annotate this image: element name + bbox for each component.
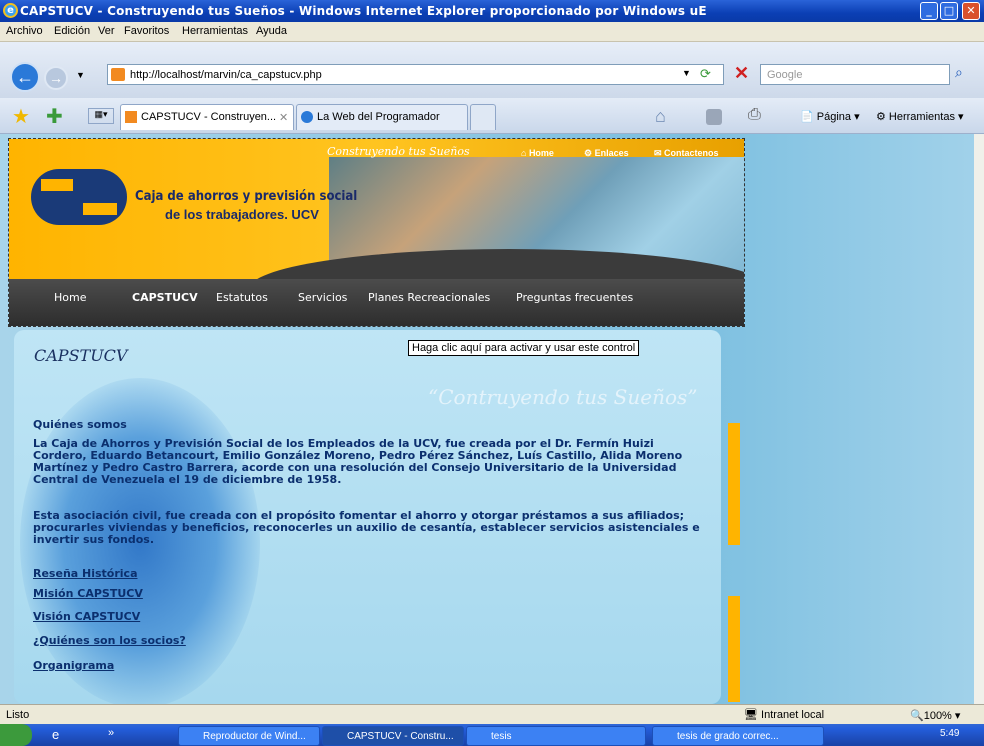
menu-bar: Archivo Edición Ver Favoritos Herramient… xyxy=(0,22,984,42)
page-favicon-icon xyxy=(125,111,137,123)
back-button[interactable]: ← xyxy=(10,62,40,92)
link-mision[interactable]: Misión CAPSTUCV xyxy=(33,587,143,600)
globe-icon xyxy=(301,111,313,123)
page-title: CAPSTUCV xyxy=(34,346,128,365)
close-window-button[interactable]: ✕ xyxy=(962,2,980,20)
activex-tooltip: Haga clic aquí para activar y usar este … xyxy=(408,340,640,356)
paragraph-line: Esta asociación civil, fue creada con el… xyxy=(33,509,685,522)
new-tab-button[interactable] xyxy=(470,104,496,130)
print-icon[interactable]: ⎙ xyxy=(748,106,761,124)
ie-quicklaunch-icon[interactable]: e xyxy=(52,727,59,742)
menu-archivo[interactable]: Archivo xyxy=(6,25,43,37)
brand-line-2: de los trabajadores. UCV xyxy=(165,207,319,222)
quick-tabs-icon[interactable]: ▦▾ xyxy=(88,108,114,124)
paragraph-line: procurarles viviendas y beneficios, reco… xyxy=(33,521,700,534)
nav-servicios[interactable]: Servicios xyxy=(298,291,347,304)
paragraph-line: invertir sus fondos. xyxy=(33,533,155,546)
paragraph-line: La Caja de Ahorros y Previsión Social de… xyxy=(33,437,654,450)
clock: 5:49 xyxy=(940,728,960,739)
nav-home[interactable]: Home xyxy=(54,291,86,304)
page-favicon-icon xyxy=(111,68,125,81)
status-bar: Listo 🖥 Intranet local 🔍100% ▾ xyxy=(0,704,984,724)
window-title: CAPSTUCV - Construyendo tus Sueños - Win… xyxy=(20,4,707,18)
top-link-contactenos[interactable]: ✉ Contactenos xyxy=(654,148,719,159)
top-link-home[interactable]: ⌂ Home xyxy=(521,148,554,158)
refresh-icon[interactable]: ⟳ xyxy=(700,66,711,82)
ae-logo xyxy=(31,169,127,227)
stop-icon[interactable]: ✕ xyxy=(734,63,749,84)
forward-button[interactable]: → xyxy=(44,66,68,90)
favorites-star-icon[interactable]: ★ xyxy=(12,104,30,129)
accent-bar-2 xyxy=(728,596,740,702)
tab-capstucv[interactable]: CAPSTUCV - Construyen... ✕ xyxy=(120,104,294,130)
start-button[interactable] xyxy=(0,724,32,746)
search-input[interactable]: Google xyxy=(760,64,950,85)
tab-web-programador[interactable]: La Web del Programador xyxy=(296,104,468,130)
taskbar-tesis-folder[interactable]: tesis xyxy=(466,726,646,746)
nav-planes-recreacionales[interactable]: Planes Recreacionales xyxy=(368,291,490,304)
section-heading: Quiénes somos xyxy=(33,418,127,431)
quicklaunch-more-icon[interactable]: » xyxy=(108,727,114,739)
paragraph-line: Central de Venezuela el 19 de diciembre … xyxy=(33,473,342,486)
close-tab-icon[interactable]: ✕ xyxy=(279,111,288,124)
menu-ver[interactable]: Ver xyxy=(98,25,115,37)
search-icon[interactable]: ⌕ xyxy=(955,64,963,81)
home-icon[interactable]: ⌂ xyxy=(655,106,666,127)
brand-line-1: Caja de ahorros y previsión social xyxy=(135,189,358,204)
vertical-scrollbar[interactable] xyxy=(974,134,984,704)
address-bar[interactable]: http://localhost/marvin/ca_capstucv.php xyxy=(107,64,724,85)
link-vision[interactable]: Visión CAPSTUCV xyxy=(33,610,140,623)
tools-menu[interactable]: ⚙ Herramientas ▾ xyxy=(876,110,964,123)
menu-ayuda[interactable]: Ayuda xyxy=(256,25,287,37)
menu-favoritos[interactable]: Favoritos xyxy=(124,25,169,37)
header-banner: Construyendo tus Sueños ⌂ Home ⚙ Enlaces… xyxy=(9,139,744,326)
slogan-watermark: “Contruyendo tus Sueños” xyxy=(428,385,698,409)
feeds-icon[interactable] xyxy=(706,109,722,125)
address-url: http://localhost/marvin/ca_capstucv.php xyxy=(130,69,322,81)
ie-logo-icon: e xyxy=(3,3,18,18)
zone-indicator: 🖥 Intranet local xyxy=(744,709,825,721)
menu-herramientas[interactable]: Herramientas xyxy=(182,25,248,37)
history-dropdown-icon[interactable]: ▼ xyxy=(76,70,85,80)
nav-estatutos[interactable]: Estatutos xyxy=(216,291,268,304)
zoom-control[interactable]: 🔍100% ▾ xyxy=(910,709,960,722)
title-bar[interactable]: e CAPSTUCV - Construyendo tus Sueños - W… xyxy=(0,0,984,22)
link-resena-historica[interactable]: Reseña Histórica xyxy=(33,567,138,580)
link-organigrama[interactable]: Organigrama xyxy=(33,659,114,672)
maximize-button[interactable]: □ xyxy=(940,2,958,20)
slogan-top: Construyendo tus Sueños xyxy=(327,145,470,158)
paragraph-line: Cordero, Eduardo Betancourt, Emilio Gonz… xyxy=(33,449,683,462)
taskbar-tesis-doc[interactable]: tesis de grado correc... xyxy=(652,726,824,746)
nav-capstucv[interactable]: CAPSTUCV xyxy=(132,291,198,304)
link-socios[interactable]: ¿Quiénes son los socios? xyxy=(33,634,186,647)
page-menu[interactable]: 📄 Página ▾ xyxy=(800,110,860,123)
nav-preguntas-frecuentes[interactable]: Preguntas frecuentes xyxy=(516,291,633,304)
menu-edicion[interactable]: Edición xyxy=(54,25,90,37)
paragraph-line: Martínez y Pedro Castro Barrera, acorde … xyxy=(33,461,677,474)
minimize-button[interactable]: _ xyxy=(920,2,938,20)
status-text: Listo xyxy=(6,709,30,721)
add-favorite-icon[interactable]: ✚ xyxy=(46,104,63,129)
taskbar-media-player[interactable]: Reproductor de Wind... xyxy=(178,726,320,746)
taskbar-capstucv[interactable]: CAPSTUCV - Constru... xyxy=(322,726,464,746)
top-link-enlaces[interactable]: ⚙ Enlaces xyxy=(584,148,629,159)
url-dropdown-icon[interactable]: ▼ xyxy=(682,68,691,78)
accent-bar-1 xyxy=(728,423,740,545)
